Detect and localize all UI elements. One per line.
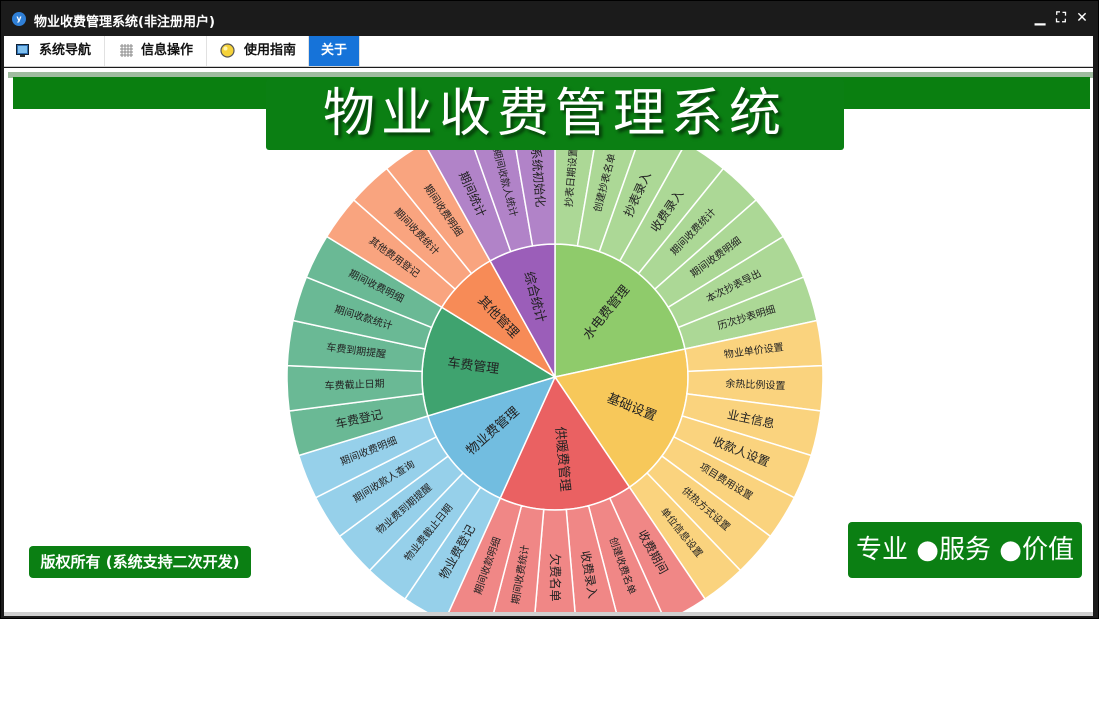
tab-label: 系统导航 — [39, 43, 92, 58]
tab-information-operations[interactable]: 信息操作 — [105, 36, 207, 66]
main-content: 水电费管理 抄表日期设置 创建抄表名单 抄表录入 收费录入 期间收费统计 期间收费明细 本次抄… — [4, 68, 1093, 612]
bulb-icon — [220, 43, 235, 58]
title-bar: y 物业收费管理系统(非注册用户) ▁ ⛶ ✕ — [1, 1, 1098, 36]
minimize-button[interactable]: ▁ — [1032, 10, 1048, 26]
close-button[interactable]: ✕ — [1074, 10, 1090, 26]
tab-user-guide[interactable]: 使用指南 — [207, 36, 309, 66]
tab-system-navigation[interactable]: 系统导航 — [4, 36, 105, 66]
tab-about[interactable]: 关于 — [309, 36, 360, 66]
status-strip — [4, 612, 1093, 616]
title-banner: 物业收费管理系统 — [266, 79, 844, 150]
menu-bar: 系统导航 信息操作 使用指南 关于 — [4, 36, 1093, 67]
app-logo-icon: y — [12, 12, 26, 26]
tab-label: 关于 — [321, 43, 348, 58]
sunburst-item-label: 欠费名单 — [548, 553, 563, 601]
copyright-badge: 版权所有 (系统支持二次开发) — [29, 546, 251, 578]
grid-icon — [120, 44, 133, 57]
slogan-badge: 专业 ●服务 ●价值 — [848, 522, 1082, 578]
restore-button[interactable]: ⛶ — [1053, 10, 1069, 26]
app-window: y 物业收费管理系统(非注册用户) ▁ ⛶ ✕ 系统导航 信息操作 使用指南 关… — [0, 0, 1099, 619]
page-title: 物业收费管理系统 — [322, 84, 787, 144]
window-title: 物业收费管理系统(非注册用户) — [34, 15, 215, 30]
tab-label: 使用指南 — [244, 43, 297, 58]
monitor-icon — [16, 44, 29, 57]
tab-label: 信息操作 — [141, 43, 194, 58]
